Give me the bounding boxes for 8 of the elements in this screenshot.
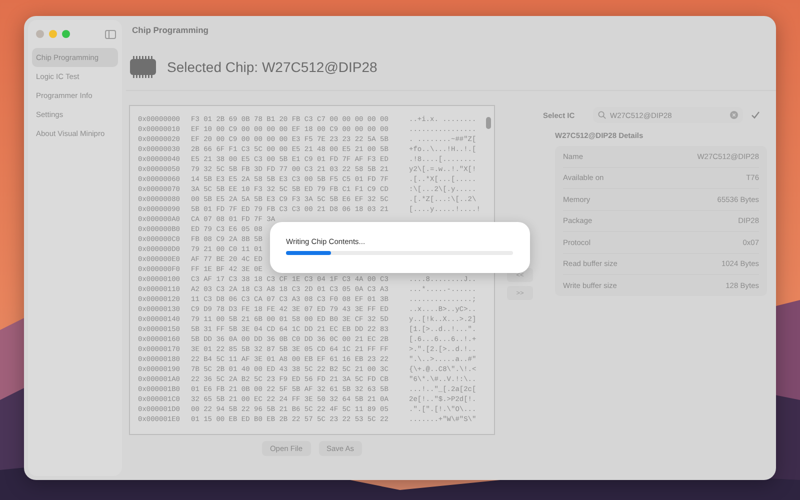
scrollbar-thumb[interactable] xyxy=(486,117,491,129)
chip-icon xyxy=(129,56,157,78)
sidebar-toggle-icon[interactable] xyxy=(105,30,116,38)
page-title: Selected Chip: W27C512@DIP28 xyxy=(167,59,378,75)
window-title: Chip Programming xyxy=(131,24,210,37)
clear-icon[interactable] xyxy=(730,111,738,119)
search-icon xyxy=(598,111,606,119)
checkmark-icon[interactable] xyxy=(751,111,760,119)
